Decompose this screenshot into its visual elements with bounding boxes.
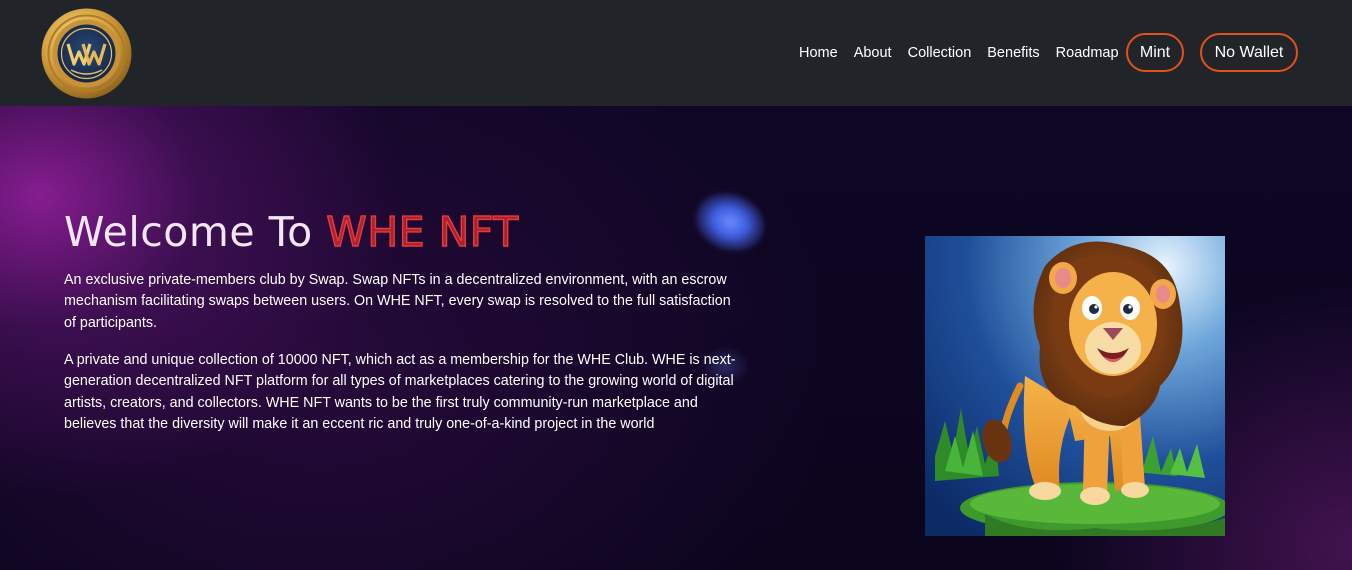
nav-links: Home About Collection Benefits Roadmap [790,0,1135,106]
nav-link-benefits[interactable]: Benefits [987,45,1039,61]
cartoon-lion-icon [925,236,1225,536]
nav-link-roadmap[interactable]: Roadmap [1056,45,1119,61]
lion-image [925,236,1225,536]
nav-link-home[interactable]: Home [799,45,838,61]
whe-logo-icon[interactable] [41,8,132,99]
navbar: Home About Collection Benefits Roadmap M… [0,0,1352,106]
mint-button[interactable]: Mint [1126,33,1184,72]
nav-link-collection[interactable]: Collection [908,45,972,61]
no-wallet-button[interactable]: No Wallet [1200,33,1298,72]
hero-title: Welcome To WHE NFT [64,207,519,256]
hero-paragraph-1: An exclusive private-members club by Swa… [64,272,731,331]
nav-link-about[interactable]: About [854,45,892,61]
hero-title-accent: WHE NFT [326,207,519,256]
hero-paragraph-2: A private and unique collection of 10000… [64,352,736,432]
hero-section: Welcome To WHE NFT An exclusive private-… [0,106,1352,570]
hero-title-prefix: Welcome To [64,208,327,256]
glow-decoration [687,183,773,261]
